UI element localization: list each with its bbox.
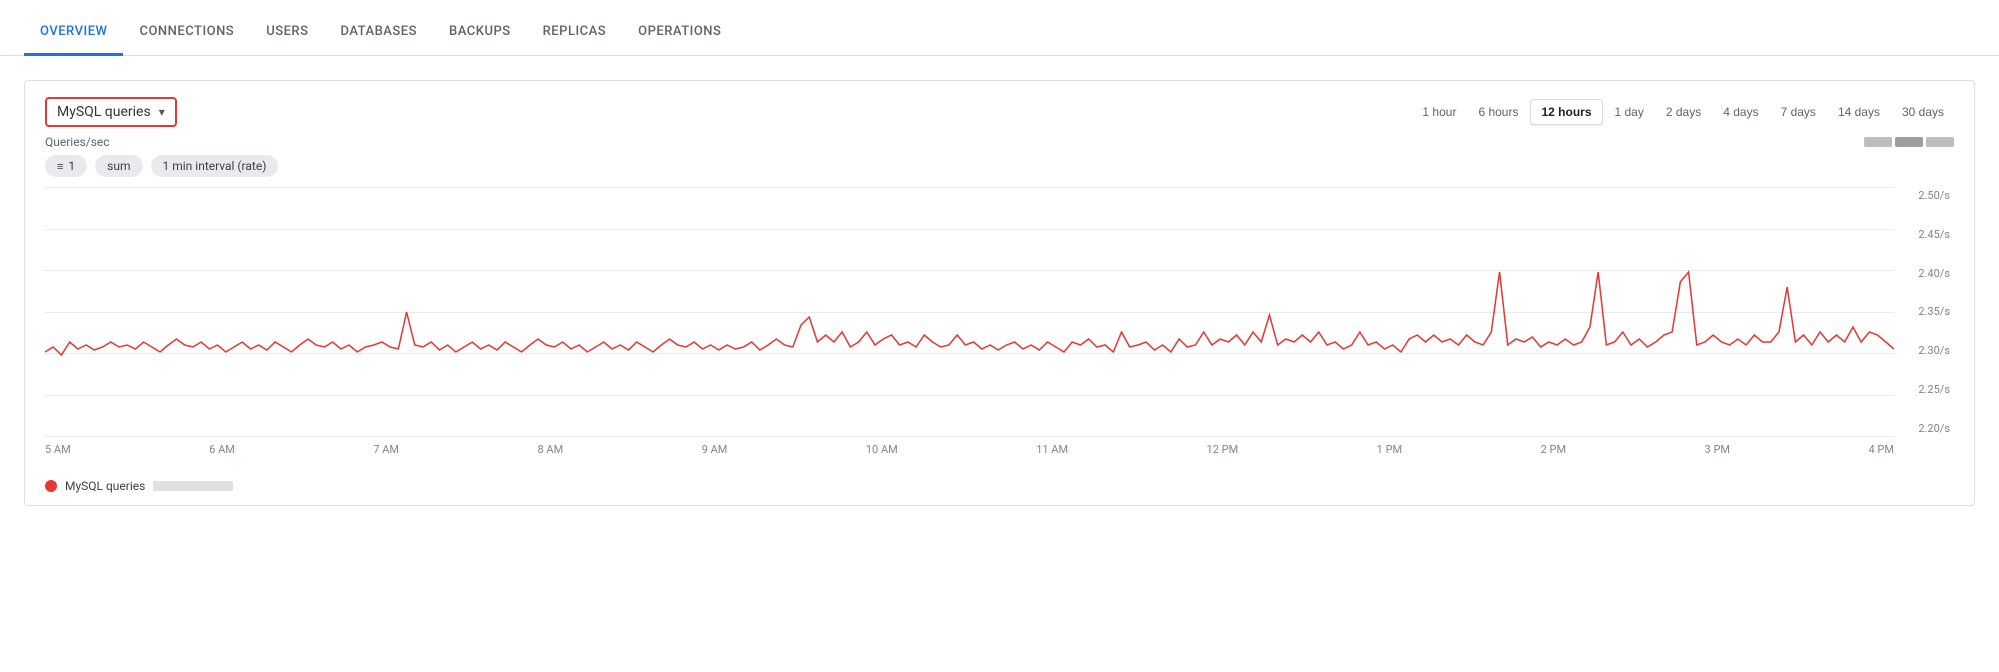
legend-row: MySQL queries <box>45 475 1954 493</box>
x-label: 5 AM <box>45 443 71 456</box>
time-range-buttons: 1 hour6 hours12 hours1 day2 days4 days7 … <box>1412 99 1954 125</box>
x-label: 10 AM <box>866 443 898 456</box>
legend-bar-1 <box>1864 137 1892 147</box>
filter-row: ≡1sum1 min interval (rate) <box>45 155 1954 177</box>
x-label: 12 PM <box>1207 443 1239 456</box>
main-content: MySQL queries ▾ 1 hour6 hours12 hours1 d… <box>0 56 1999 522</box>
time-btn-4d[interactable]: 4 days <box>1713 100 1768 124</box>
y-label: 2.50/s <box>1894 189 1954 202</box>
pill-label-filter1: 1 <box>68 159 75 173</box>
x-label: 6 AM <box>209 443 235 456</box>
time-btn-6h[interactable]: 6 hours <box>1468 100 1528 124</box>
legend-bar-2 <box>1895 137 1923 147</box>
chart-card: MySQL queries ▾ 1 hour6 hours12 hours1 d… <box>24 80 1975 506</box>
legend-color-bars <box>1864 137 1954 147</box>
chart-dropdown-label: MySQL queries <box>57 104 151 120</box>
x-label: 8 AM <box>538 443 564 456</box>
time-btn-14d[interactable]: 14 days <box>1828 100 1890 124</box>
chart-svg <box>45 187 1894 437</box>
pill-label-sum: sum <box>107 159 130 173</box>
legend-value-bar <box>153 481 233 491</box>
x-label: 4 PM <box>1868 443 1893 456</box>
tab-operations[interactable]: OPERATIONS <box>622 24 737 56</box>
tab-replicas[interactable]: REPLICAS <box>527 24 623 56</box>
x-label: 7 AM <box>373 443 399 456</box>
chart-dropdown[interactable]: MySQL queries ▾ <box>45 97 177 127</box>
pill-label-interval: 1 min interval (rate) <box>163 159 267 173</box>
filter-pill-filter1[interactable]: ≡1 <box>45 155 87 177</box>
x-label: 9 AM <box>702 443 728 456</box>
queries-row: Queries/sec <box>45 135 1954 149</box>
tab-connections[interactable]: CONNECTIONS <box>123 24 250 56</box>
filter-pill-sum[interactable]: sum <box>95 155 142 177</box>
y-label: 2.45/s <box>1894 228 1954 241</box>
legend-label: MySQL queries <box>65 479 145 493</box>
y-label: 2.20/s <box>1894 422 1954 435</box>
tab-overview[interactable]: OVERVIEW <box>24 24 123 56</box>
nav-tabs: OVERVIEWCONNECTIONSUSERSDATABASESBACKUPS… <box>0 0 1999 56</box>
queries-label: Queries/sec <box>45 135 110 149</box>
y-axis: 2.50/s 2.45/s 2.40/s 2.35/s 2.30/s 2.25/s 2.20… <box>1894 187 1954 437</box>
time-btn-30d[interactable]: 30 days <box>1892 100 1954 124</box>
time-btn-7d[interactable]: 7 days <box>1771 100 1826 124</box>
tab-users[interactable]: USERS <box>250 24 324 56</box>
time-btn-12h[interactable]: 12 hours <box>1530 99 1602 125</box>
y-label: 2.35/s <box>1894 305 1954 318</box>
y-label: 2.30/s <box>1894 344 1954 357</box>
time-btn-1d[interactable]: 1 day <box>1605 100 1654 124</box>
x-label: 1 PM <box>1377 443 1402 456</box>
legend-bar-3 <box>1926 137 1954 147</box>
y-label: 2.25/s <box>1894 383 1954 396</box>
dropdown-arrow-icon: ▾ <box>159 105 165 119</box>
tab-backups[interactable]: BACKUPS <box>433 24 527 56</box>
x-label: 2 PM <box>1541 443 1566 456</box>
tab-databases[interactable]: DATABASES <box>324 24 433 56</box>
time-btn-2d[interactable]: 2 days <box>1656 100 1711 124</box>
x-axis: 5 AM 6 AM 7 AM 8 AM 9 AM 10 AM 11 AM 12 PM 1 PM 2… <box>45 437 1894 467</box>
filter-pill-interval[interactable]: 1 min interval (rate) <box>151 155 279 177</box>
pill-icon-filter1: ≡ <box>57 160 63 173</box>
legend-dot <box>45 480 57 492</box>
x-label: 11 AM <box>1036 443 1068 456</box>
y-label: 2.40/s <box>1894 267 1954 280</box>
chart-header: MySQL queries ▾ 1 hour6 hours12 hours1 d… <box>45 97 1954 127</box>
chart-container: 2.50/s 2.45/s 2.40/s 2.35/s 2.30/s 2.25/s 2.20… <box>45 187 1954 467</box>
time-btn-1h[interactable]: 1 hour <box>1412 100 1466 124</box>
x-label: 3 PM <box>1705 443 1730 456</box>
